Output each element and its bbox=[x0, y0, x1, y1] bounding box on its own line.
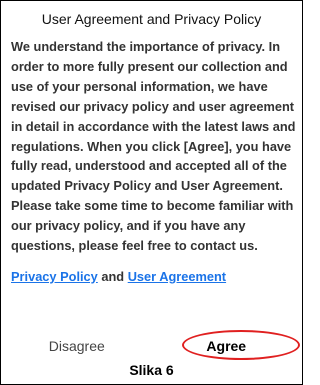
privacy-policy-link[interactable]: Privacy Policy bbox=[11, 269, 98, 284]
agree-button[interactable]: Agree bbox=[152, 333, 302, 359]
disagree-button[interactable]: Disagree bbox=[2, 333, 152, 359]
policy-links: Privacy Policy and User Agreement bbox=[11, 268, 301, 286]
privacy-dialog: User Agreement and Privacy Policy We und… bbox=[2, 2, 301, 354]
links-connector: and bbox=[101, 268, 125, 284]
figure-caption: Slika 6 bbox=[129, 362, 174, 378]
dialog-title: User Agreement and Privacy Policy bbox=[41, 11, 262, 27]
dialog-body-text: We understand the importance of privacy.… bbox=[11, 39, 296, 254]
dialog-button-row: Disagree Agree bbox=[2, 333, 301, 359]
user-agreement-link[interactable]: User Agreement bbox=[128, 269, 226, 284]
